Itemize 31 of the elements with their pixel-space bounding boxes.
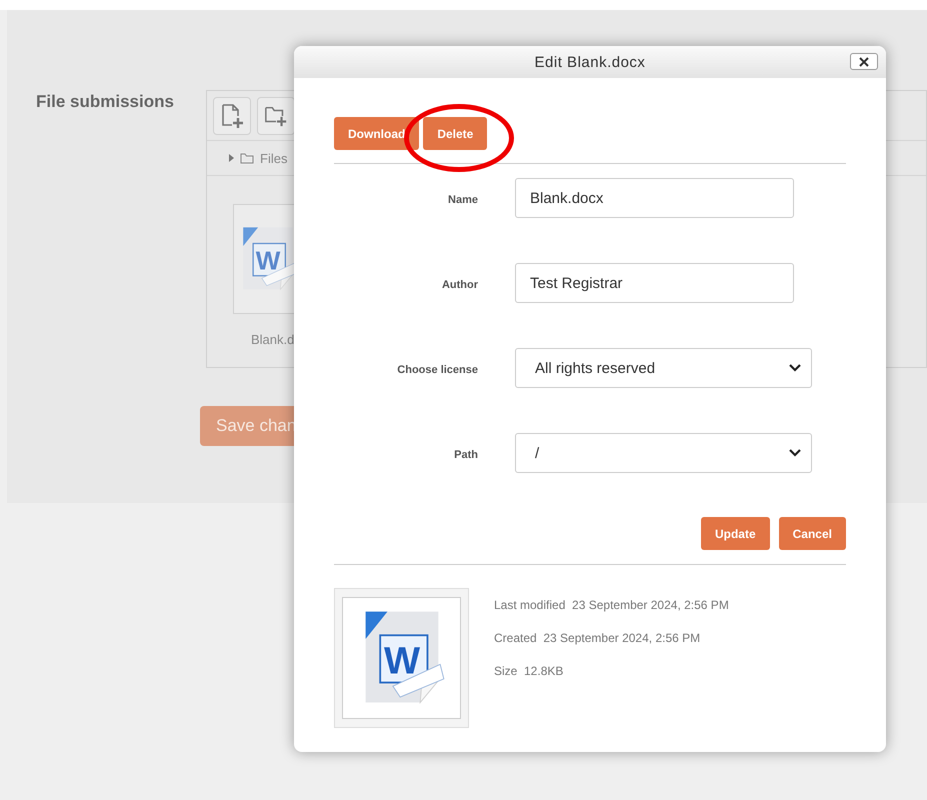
section-label: File submissions <box>36 91 175 113</box>
folder-icon <box>240 152 254 164</box>
delete-button[interactable]: Delete <box>423 117 488 150</box>
download-button[interactable]: Download <box>334 117 420 150</box>
file-detail: Size 12.8KB <box>494 664 564 678</box>
text-field[interactable]: Blank.docx <box>515 178 794 218</box>
field-label: Name <box>447 193 478 206</box>
select-field[interactable]: All rights reserved <box>515 348 812 388</box>
field-label: Author <box>440 278 478 291</box>
field-label: Choose license <box>396 363 478 376</box>
chevron-down-icon <box>789 364 801 372</box>
close-icon <box>859 56 869 66</box>
add-folder-icon <box>264 104 288 128</box>
file-detail: Last modified 23 September 2024, 2:56 PM <box>494 598 729 612</box>
logo-letter: W <box>256 246 280 276</box>
breadcrumb-link[interactable]: Files <box>260 150 288 166</box>
file-name: Blank.d <box>251 332 296 347</box>
cancel-button[interactable]: Cancel <box>778 517 846 550</box>
add-file-button[interactable] <box>213 97 251 135</box>
file-detail: Created 23 September 2024, 2:56 PM <box>494 631 702 645</box>
update-button[interactable]: Update <box>700 517 770 550</box>
text-field[interactable]: Test Registrar <box>515 263 794 303</box>
dialog-title: Edit Blank.docx <box>534 54 646 70</box>
field-label: Path <box>453 448 478 461</box>
expand-arrow-icon <box>229 154 234 162</box>
add-file-icon <box>220 103 244 129</box>
select-field[interactable]: / <box>515 433 812 473</box>
logo-letter: W <box>383 639 420 682</box>
add-folder-button[interactable] <box>257 97 295 135</box>
close-button[interactable] <box>850 53 878 70</box>
chevron-down-icon <box>789 449 801 457</box>
